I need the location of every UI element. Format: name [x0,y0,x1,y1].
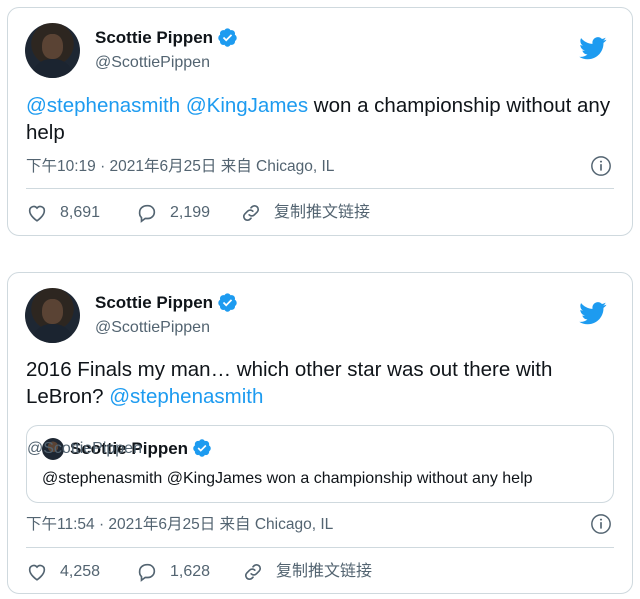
twitter-bird-icon[interactable] [579,37,607,60]
copy-link-button[interactable]: 复制推文链接 [242,559,372,585]
mention-link[interactable]: @stephenasmith [26,94,180,117]
tweet-text: 2016 Finals my man… which other star was… [26,356,616,410]
link-icon [242,204,260,222]
tweet-card[interactable]: Scottie Pippen @ScottiePippen @stephenas… [7,7,633,236]
like-button[interactable]: 4,258 [26,559,100,585]
tweet-text-segment: 2016 Finals my man… which other star was… [26,358,553,408]
mention-link[interactable]: @KingJames [186,94,308,117]
verified-badge-icon [193,439,211,457]
copy-link-label: 复制推文链接 [276,563,373,580]
tweet-timestamp[interactable]: 下午11:54 · 2021年6月25日 来自 Chicago, IL [26,515,333,535]
author-handle[interactable]: @ScottiePippen [95,53,210,73]
heart-icon [28,564,46,581]
copy-link-label: 复制推文链接 [274,204,371,221]
tweet-timestamp[interactable]: 下午10:19 · 2021年6月25日 来自 Chicago, IL [26,157,334,177]
twitter-bird-icon[interactable] [579,302,607,325]
reply-button[interactable]: 2,199 [136,200,210,226]
info-icon[interactable] [590,155,612,177]
heart-icon [28,205,46,222]
reply-count: 1,628 [170,563,211,580]
like-count: 8,691 [60,204,101,221]
avatar[interactable] [25,23,80,78]
mention-link[interactable]: @stephenasmith [109,385,263,408]
verified-badge-icon [218,293,237,312]
reply-bubble-icon [138,563,156,582]
tweet-header: Scottie Pippen @ScottiePippen [25,23,615,79]
reply-button[interactable]: 1,628 [136,559,210,585]
tweet-actions: 4,258 1,628 复制推文链接 [26,559,616,585]
quote-author-handle: @ScottiePippen [27,440,142,457]
author-handle[interactable]: @ScottiePippen [95,318,210,338]
reply-bubble-icon [138,204,156,223]
divider [26,188,614,189]
author-name[interactable]: Scottie Pippen [95,28,213,48]
tweet-header: Scottie Pippen @ScottiePippen [25,288,615,344]
link-icon [244,563,262,581]
quote-text: @stephenasmith @KingJames won a champion… [42,470,533,487]
reply-count: 2,199 [170,204,211,221]
page: Scottie Pippen @ScottiePippen @stephenas… [0,0,640,599]
info-icon[interactable] [590,513,612,535]
tweet-actions: 8,691 2,199 复制推文链接 [26,200,616,226]
author-name[interactable]: Scottie Pippen [95,293,213,313]
avatar[interactable] [25,288,80,343]
divider [26,547,614,548]
verified-badge-icon [218,28,237,47]
copy-link-button[interactable]: 复制推文链接 [240,200,370,226]
like-button[interactable]: 8,691 [26,200,100,226]
tweet-card[interactable]: Scottie Pippen @ScottiePippen 2016 Final… [7,272,633,594]
tweet-text: @stephenasmith @KingJames won a champion… [26,92,616,146]
like-count: 4,258 [60,563,101,580]
quoted-tweet[interactable]: Scottie Pippen @ScottiePippen @stephenas… [26,425,614,503]
